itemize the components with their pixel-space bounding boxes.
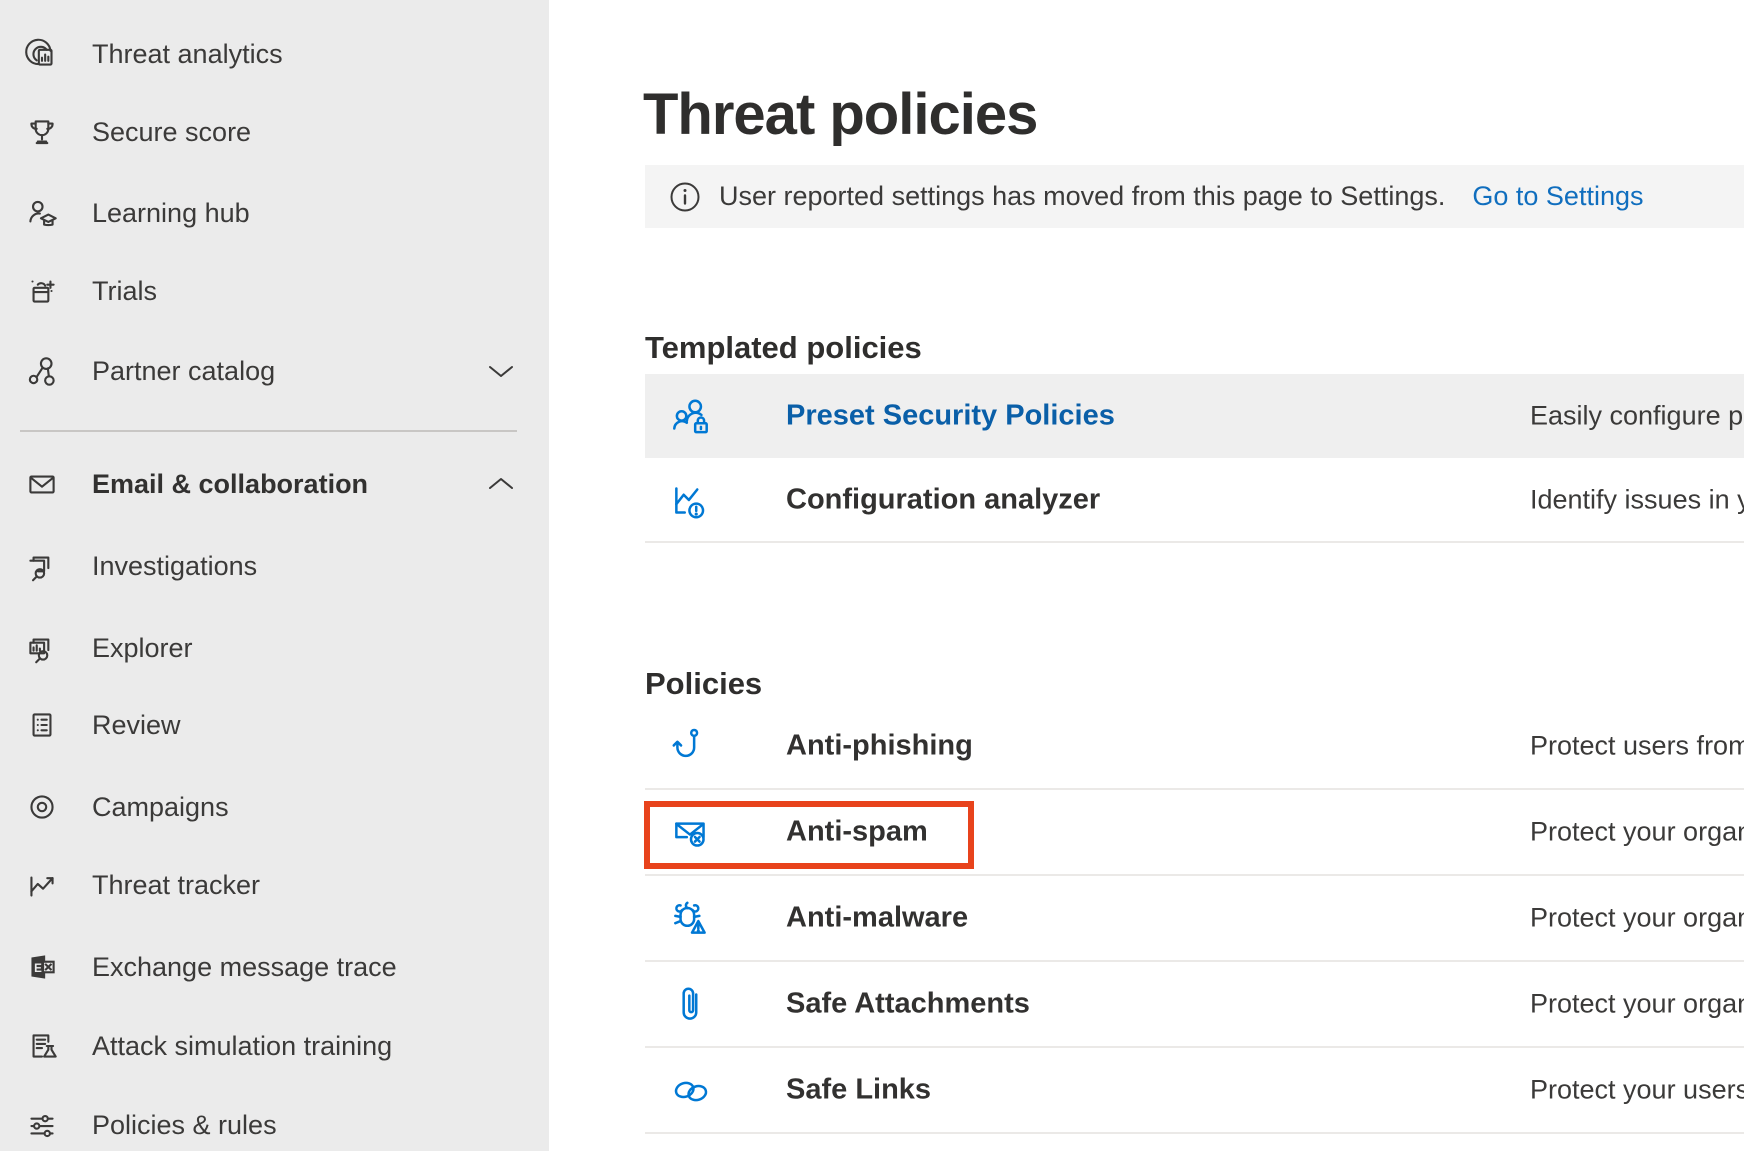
- chevron-up-icon[interactable]: [486, 474, 516, 494]
- email-icon: [22, 464, 62, 504]
- row-description: Identify issues in you: [1530, 484, 1744, 515]
- safe-links-label[interactable]: Safe Links: [786, 1074, 931, 1107]
- svg-text:E: E: [34, 962, 42, 975]
- anti-phishing-icon: [668, 724, 712, 768]
- info-icon: [669, 181, 701, 213]
- sidebar-item-attack-simulation-training[interactable]: Attack simulation training: [0, 1006, 549, 1086]
- threat-tracker-icon: [22, 865, 62, 905]
- sidebar-item-threat-tracker[interactable]: Threat tracker: [0, 845, 549, 925]
- sidebar-item-label: Partner catalog: [92, 356, 275, 387]
- sidebar-item-learning-hub[interactable]: Learning hub: [0, 173, 549, 253]
- threat-analytics-icon: [22, 34, 62, 74]
- info-banner: User reported settings has moved from th…: [645, 165, 1744, 228]
- sidebar-item-email-collaboration[interactable]: Email & collaboration: [0, 444, 549, 524]
- sidebar-item-label: Secure score: [92, 117, 251, 148]
- policies-heading: Policies: [645, 666, 762, 702]
- preset-security-icon: [668, 394, 712, 438]
- sidebar-item-label: Attack simulation training: [92, 1031, 392, 1062]
- sidebar-item-label: Exchange message trace: [92, 952, 397, 983]
- safe-links-icon: [668, 1068, 712, 1112]
- sidebar-item-investigations[interactable]: Investigations: [0, 526, 549, 606]
- campaigns-icon: [22, 787, 62, 827]
- banner-text: User reported settings has moved from th…: [719, 181, 1445, 212]
- row-description: Protect users from p: [1530, 731, 1744, 762]
- row-description: Protect your organiz: [1530, 989, 1744, 1020]
- row-description: Protect your users fr: [1530, 1075, 1744, 1106]
- sidebar-item-label: Investigations: [92, 551, 257, 582]
- sidebar-item-trials[interactable]: Trials: [0, 251, 549, 331]
- row-description: Easily configure prot: [1530, 401, 1744, 432]
- row-configuration-analyzer[interactable]: Configuration analyzer Identify issues i…: [645, 458, 1744, 543]
- row-anti-malware[interactable]: Anti-malware Protect your organiz: [645, 876, 1744, 962]
- row-preset-security-policies[interactable]: Preset Security Policies Easily configur…: [645, 374, 1744, 458]
- anti-malware-label[interactable]: Anti-malware: [786, 902, 968, 935]
- trials-icon: [22, 271, 62, 311]
- sidebar-item-label: Review: [92, 710, 181, 741]
- sidebar-item-label: Learning hub: [92, 198, 250, 229]
- sidebar-item-secure-score[interactable]: Secure score: [0, 92, 549, 172]
- anti-phishing-label[interactable]: Anti-phishing: [786, 730, 973, 763]
- sidebar-item-label: Policies & rules: [92, 1110, 277, 1141]
- secure-score-icon: [22, 112, 62, 152]
- chevron-down-icon[interactable]: [486, 361, 516, 381]
- go-to-settings-link[interactable]: Go to Settings: [1472, 181, 1643, 212]
- sidebar-item-partner-catalog[interactable]: Partner catalog: [0, 331, 549, 411]
- sidebar-item-policies-rules[interactable]: Policies & rules: [0, 1085, 549, 1151]
- row-description: Protect your organiz: [1530, 817, 1744, 848]
- sidebar-item-label: Campaigns: [92, 792, 229, 823]
- row-safe-links[interactable]: Safe Links Protect your users fr: [645, 1048, 1744, 1134]
- sidebar-item-label: Threat analytics: [92, 39, 283, 70]
- sidebar-item-explorer[interactable]: Explorer: [0, 608, 549, 688]
- sidebar-item-label: Threat tracker: [92, 870, 260, 901]
- sidebar-divider: [20, 430, 517, 432]
- page-title: Threat policies: [643, 81, 1037, 148]
- learning-hub-icon: [22, 193, 62, 233]
- safe-attachments-label[interactable]: Safe Attachments: [786, 988, 1030, 1021]
- sidebar: Threat analytics Secure score: [0, 0, 549, 1151]
- row-description: Protect your organiz: [1530, 903, 1744, 934]
- sidebar-item-label: Trials: [92, 276, 157, 307]
- anti-malware-icon: [668, 896, 712, 940]
- review-icon: [22, 705, 62, 745]
- exchange-icon: E: [22, 947, 62, 987]
- templated-policies-heading: Templated policies: [645, 330, 922, 366]
- configuration-analyzer-label[interactable]: Configuration analyzer: [786, 483, 1100, 516]
- sidebar-item-campaigns[interactable]: Campaigns: [0, 767, 549, 847]
- partner-catalog-icon: [22, 351, 62, 391]
- explorer-icon: [22, 628, 62, 668]
- attack-simulation-icon: [22, 1026, 62, 1066]
- sidebar-item-exchange-message-trace[interactable]: E Exchange message trace: [0, 927, 549, 1007]
- policies-rules-icon: [22, 1105, 62, 1145]
- sidebar-item-label: Explorer: [92, 633, 193, 664]
- row-safe-attachments[interactable]: Safe Attachments Protect your organiz: [645, 962, 1744, 1048]
- preset-security-policies-link[interactable]: Preset Security Policies: [786, 400, 1115, 433]
- sidebar-item-review[interactable]: Review: [0, 685, 549, 765]
- investigations-icon: [22, 546, 62, 586]
- threat-policies-page: Threat analytics Secure score: [0, 0, 1744, 1151]
- anti-spam-highlight-box: [644, 801, 974, 869]
- configuration-analyzer-icon: [668, 478, 712, 522]
- row-anti-phishing[interactable]: Anti-phishing Protect users from p: [645, 704, 1744, 790]
- safe-attachments-icon: [668, 982, 712, 1026]
- sidebar-item-label: Email & collaboration: [92, 469, 368, 500]
- sidebar-item-threat-analytics[interactable]: Threat analytics: [0, 14, 549, 94]
